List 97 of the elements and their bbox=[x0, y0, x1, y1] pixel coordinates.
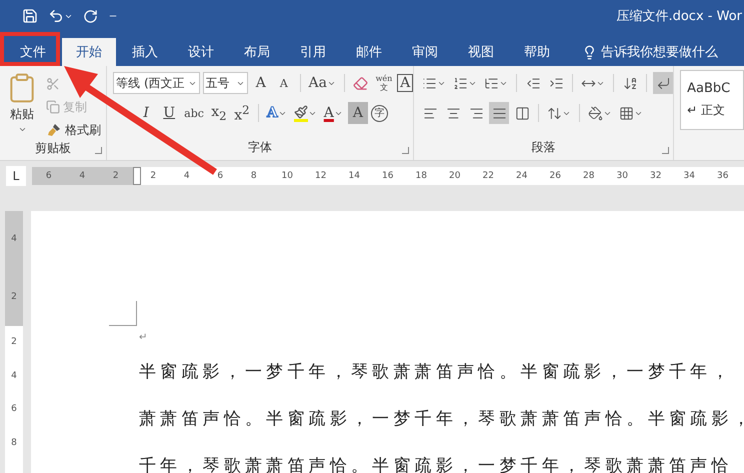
shrink-font-button[interactable]: A bbox=[274, 72, 294, 94]
character-border-button[interactable]: A bbox=[397, 74, 414, 92]
return-arrow-icon bbox=[656, 76, 671, 90]
ribbon-tab[interactable]: 引用 bbox=[286, 38, 340, 66]
marks-button[interactable] bbox=[653, 72, 674, 94]
group-label: 字体 bbox=[248, 139, 272, 156]
ruler-number: 4 bbox=[10, 233, 18, 246]
paintbrush-icon bbox=[46, 122, 62, 138]
numbered-list-icon bbox=[453, 76, 468, 90]
ruler-number: 2 bbox=[10, 290, 18, 304]
ruler-number: 2 bbox=[112, 171, 120, 181]
ruler-number: 6 bbox=[10, 403, 18, 416]
ruler-number: 36 bbox=[716, 171, 730, 181]
scissors-icon bbox=[46, 77, 60, 91]
copy-icon bbox=[46, 100, 60, 114]
style-gallery[interactable]: AaBbC ↵ 正文 bbox=[680, 70, 744, 130]
font-color-button[interactable]: A bbox=[322, 102, 345, 124]
launcher-icon[interactable] bbox=[402, 147, 410, 154]
redo-icon bbox=[83, 8, 98, 24]
decrease-indent-icon bbox=[526, 76, 541, 90]
font-style-button[interactable]: abc bbox=[182, 102, 206, 124]
ruler-number: 22 bbox=[482, 171, 495, 181]
undo-icon bbox=[48, 8, 64, 24]
font-style-button[interactable]: x$^{2}$ bbox=[232, 102, 252, 124]
ruler-number: 16 bbox=[381, 171, 394, 181]
tell-me-search[interactable]: 告诉我你想要做什么 bbox=[576, 38, 724, 66]
ribbon-tab[interactable]: 插入 bbox=[118, 38, 172, 66]
style-sample: AaBbC bbox=[687, 81, 732, 96]
ribbon-tab[interactable]: 开始 bbox=[62, 38, 116, 66]
style-name: ↵ 正文 bbox=[687, 102, 726, 119]
window-title: 压缩文件.docx - Wor bbox=[616, 8, 742, 25]
ruler-number: 12 bbox=[314, 171, 328, 181]
align-right-icon bbox=[468, 106, 484, 120]
font-size-dropdown[interactable]: 五号 bbox=[202, 72, 248, 94]
font-style-button[interactable]: U bbox=[159, 102, 180, 124]
paragraph-mark: ↵ bbox=[139, 332, 148, 343]
line-spacing-icon bbox=[547, 106, 562, 120]
ruler-number: 32 bbox=[649, 171, 662, 181]
font-style-button[interactable]: I bbox=[136, 102, 156, 124]
text-line: 半窗疏影，一梦千年，琴歌萧萧笛声恰。半窗疏影，一梦千年， bbox=[139, 361, 734, 384]
font-style-button[interactable]: x$_{2}$ bbox=[208, 102, 229, 124]
grid-icon bbox=[619, 106, 634, 120]
group-label: 段落 bbox=[532, 139, 556, 156]
ruler-number: 30 bbox=[616, 171, 629, 181]
phonetic-guide-button[interactable]: wén 文 bbox=[374, 72, 394, 94]
ruler-number: 28 bbox=[582, 171, 596, 181]
ruler-number: 14 bbox=[348, 171, 361, 181]
ruler-number: 4 bbox=[182, 171, 191, 181]
ribbon-tab[interactable]: 视图 bbox=[454, 38, 508, 66]
paste-button[interactable]: 粘贴 bbox=[0, 72, 44, 140]
ruler-number: 34 bbox=[682, 171, 696, 181]
highlighter-icon bbox=[294, 104, 308, 122]
align-center-icon bbox=[446, 106, 461, 120]
save-icon bbox=[22, 8, 38, 24]
justify-button[interactable] bbox=[489, 102, 510, 124]
ribbon-tab[interactable]: 审阅 bbox=[398, 38, 452, 66]
caret-icon bbox=[18, 125, 26, 134]
tab-stop-selector[interactable]: L bbox=[6, 166, 26, 186]
ribbon-tab[interactable]: 文件 bbox=[6, 38, 60, 66]
ruler-number: 8 bbox=[250, 171, 258, 181]
ruler-number: 18 bbox=[414, 171, 428, 181]
ruler-number: 4 bbox=[78, 171, 86, 181]
sort-icon bbox=[622, 76, 638, 90]
ruler-number: 2 bbox=[10, 336, 18, 349]
format-painter-button[interactable]: 格式刷 bbox=[44, 120, 103, 140]
paint-bucket-icon bbox=[588, 106, 604, 120]
align-left-icon bbox=[422, 106, 438, 120]
ribbon-tab[interactable]: 邮件 bbox=[342, 38, 396, 66]
ruler-number: 2 bbox=[149, 171, 158, 181]
enclose-character-button[interactable]: 字 bbox=[370, 104, 388, 122]
highlight-frame bbox=[0, 32, 60, 66]
launcher-icon[interactable] bbox=[95, 147, 102, 154]
change-case-button[interactable]: Aa bbox=[306, 72, 338, 94]
grow-font-button[interactable]: A bbox=[250, 72, 271, 94]
launcher-icon[interactable] bbox=[662, 147, 670, 154]
ruler-number: 10 bbox=[280, 171, 294, 181]
ribbon-tab[interactable]: 帮助 bbox=[510, 38, 564, 66]
group-label: 剪贴板 bbox=[35, 140, 72, 157]
justify-icon bbox=[492, 106, 507, 120]
columns-icon bbox=[514, 106, 530, 120]
ruler-number: 26 bbox=[548, 171, 562, 181]
crop-mark bbox=[109, 301, 137, 326]
ruler-number: 20 bbox=[448, 171, 462, 181]
ribbon-tab[interactable]: 布局 bbox=[230, 38, 284, 66]
ruler-number: 6 bbox=[44, 171, 53, 181]
ruler-number: 24 bbox=[515, 171, 528, 181]
shading-button[interactable]: A bbox=[348, 102, 368, 124]
ruler-number: 8 bbox=[10, 436, 18, 450]
text-line: 萧萧笛声恰。半窗疏影，一梦千年，琴歌萧萧笛声恰。半窗疏影， bbox=[139, 408, 744, 431]
font-name-dropdown[interactable]: 等线 (西文正 bbox=[113, 72, 200, 94]
ruler-number: 6 bbox=[216, 171, 224, 181]
ribbon-tab[interactable]: 设计 bbox=[174, 38, 228, 66]
eraser-icon bbox=[353, 76, 368, 90]
increase-indent-icon bbox=[548, 76, 564, 90]
multilevel-list-icon bbox=[484, 76, 500, 90]
lightbulb-icon bbox=[582, 44, 597, 60]
ruler-number: 4 bbox=[10, 370, 18, 382]
